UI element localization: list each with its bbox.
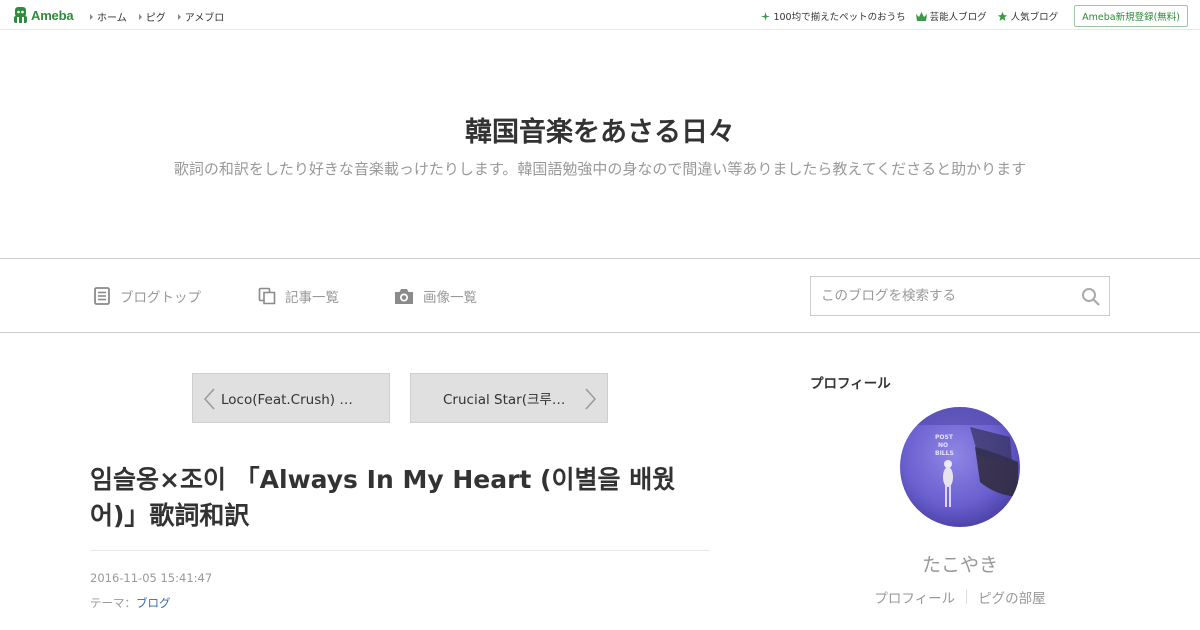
star-icon bbox=[997, 11, 1007, 21]
nav-home-link[interactable]: ホーム bbox=[90, 9, 127, 24]
nav-ameblo-link[interactable]: アメブロ bbox=[177, 9, 225, 24]
pigg-room-link[interactable]: ピグの部屋 bbox=[967, 587, 1057, 607]
nav-label: ホーム bbox=[97, 13, 127, 24]
next-entry-title: Crucial Star(크루셜… bbox=[443, 392, 577, 408]
nav-pigg-link[interactable]: ピグ bbox=[138, 9, 166, 24]
prev-entry-button[interactable]: Loco(Feat.Crush) 「… bbox=[192, 373, 390, 423]
ameba-logo[interactable]: Ameba bbox=[13, 6, 74, 24]
nav-label: ピグ bbox=[145, 13, 166, 24]
profile-heading: プロフィール bbox=[810, 376, 891, 392]
blog-nav: ブログトップ 記事一覧 画像一覧 bbox=[0, 260, 1200, 333]
celebrity-blog-label: 芸能人ブログ bbox=[929, 12, 987, 23]
blog-top-link[interactable]: ブログトップ bbox=[93, 286, 201, 306]
article-title[interactable]: 임슬옹×조이 「Always In My Heart (이별을 배웠어)」歌詞和… bbox=[90, 462, 690, 534]
register-button[interactable]: Ameba新規登録(無料) bbox=[1074, 5, 1188, 27]
featured-link-label: 100均で揃えたペットのおうち bbox=[773, 12, 906, 23]
blog-top-label: ブログトップ bbox=[120, 290, 201, 306]
sparkle-icon bbox=[761, 11, 771, 21]
image-list-link[interactable]: 画像一覧 bbox=[394, 286, 477, 306]
article-date: 2016-11-05 15:41:47 bbox=[90, 571, 213, 585]
entry-list-link[interactable]: 記事一覧 bbox=[258, 286, 339, 306]
search-input[interactable] bbox=[811, 277, 1071, 315]
celebrity-blog-link[interactable]: 芸能人ブログ bbox=[915, 9, 987, 23]
blog-header: 韓国音楽をあさる日々 歌詞の和訳をしたり好きな音楽載っけたりします。韓国語勉強中… bbox=[0, 30, 1200, 259]
avatar[interactable]: POST NO BILLS bbox=[900, 407, 1020, 527]
global-right-links: 100均で揃えたペットのおうち 芸能人ブログ 人気ブログ Ameba新規登録(無… bbox=[761, 5, 1188, 27]
camera-icon bbox=[395, 289, 413, 304]
triangle-right-icon bbox=[138, 13, 142, 20]
article-divider bbox=[90, 550, 710, 551]
chevron-left-icon bbox=[203, 388, 215, 410]
copy-icon bbox=[258, 287, 276, 305]
featured-link[interactable]: 100均で揃えたペットのおうち bbox=[761, 9, 906, 23]
theme-link[interactable]: ブログ bbox=[136, 596, 171, 610]
logo-text: Ameba bbox=[31, 7, 74, 23]
ameba-mascot-icon bbox=[14, 7, 27, 23]
chevron-right-icon bbox=[585, 388, 597, 410]
avatar-image: POST NO BILLS bbox=[900, 407, 1020, 527]
popular-blog-link[interactable]: 人気ブログ bbox=[997, 9, 1059, 23]
triangle-right-icon bbox=[177, 13, 181, 20]
theme-label: テーマ： bbox=[90, 596, 136, 610]
blog-title[interactable]: 韓国音楽をあさる日々 bbox=[0, 110, 1200, 149]
search-icon[interactable] bbox=[1081, 287, 1101, 307]
global-header: Ameba ホーム ピグ アメブロ 100均で揃えたペットのおうち 芸能人ブログ… bbox=[0, 0, 1200, 30]
profile-links: プロフィール ピグの部屋 bbox=[810, 587, 1110, 607]
prev-entry-title: Loco(Feat.Crush) 「… bbox=[221, 392, 365, 408]
blog-description: 歌詞の和訳をしたり好きな音楽載っけたりします。韓国語勉強中の身なので間違い等あり… bbox=[173, 160, 1027, 178]
entry-list-label: 記事一覧 bbox=[285, 290, 339, 306]
global-nav: ホーム ピグ アメブロ bbox=[90, 9, 224, 24]
nav-label: アメブロ bbox=[184, 13, 225, 24]
crown-icon bbox=[915, 11, 927, 21]
blog-search bbox=[810, 276, 1110, 316]
avatar-sign-text: POST bbox=[935, 434, 954, 441]
popular-blog-label: 人気ブログ bbox=[1010, 12, 1059, 23]
triangle-right-icon bbox=[90, 13, 93, 20]
profile-link[interactable]: プロフィール bbox=[863, 587, 966, 607]
document-icon bbox=[94, 287, 110, 305]
svg-text:NO: NO bbox=[938, 442, 948, 449]
image-list-label: 画像一覧 bbox=[423, 290, 477, 306]
svg-text:BILLS: BILLS bbox=[935, 450, 954, 457]
profile-nickname[interactable]: たこやき bbox=[810, 550, 1110, 577]
article-theme: テーマ：ブログ bbox=[90, 595, 171, 611]
next-entry-button[interactable]: Crucial Star(크루셜… bbox=[410, 373, 608, 423]
